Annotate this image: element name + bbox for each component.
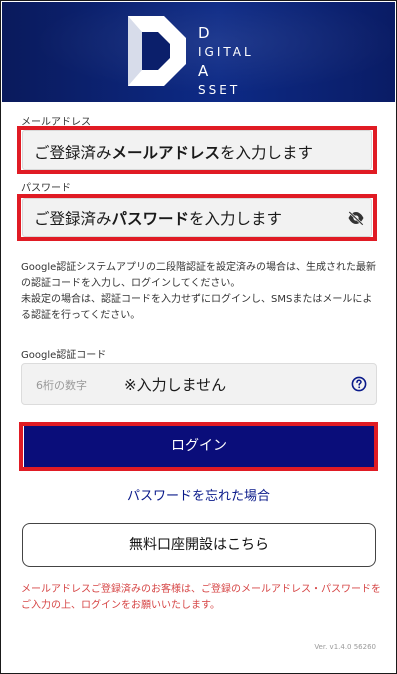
forgot-password-link[interactable]: パスワードを忘れた場合: [1, 485, 396, 504]
login-screen: D IGITAL A SSET M ARKETS メールアドレス ご登録済みメールアド…: [0, 0, 397, 674]
logo-icon: [128, 16, 186, 86]
login-button[interactable]: ログイン: [24, 426, 374, 467]
version-label: Ver. v1.4.0 56260: [314, 643, 376, 651]
password-field[interactable]: ご登録済みパスワードを入力します: [22, 198, 372, 237]
login-notice: メールアドレスご登録済みのお客様は、ご登録のメールアドレス・パスワードをご入力の…: [21, 584, 381, 611]
password-label: パスワード: [21, 183, 71, 194]
google-code-annotation: ※入力しません: [124, 376, 227, 394]
app-header: D IGITAL A SSET M ARKETS: [2, 2, 395, 135]
question-circle-icon[interactable]: [351, 376, 367, 392]
google-code-placeholder: 6桁の数字: [36, 379, 87, 392]
open-account-button[interactable]: 無料口座開設はこちら: [22, 523, 376, 567]
two-factor-info: Google認証システムアプリの二段階認証を設定済みの場合は、生成された最新の認…: [21, 260, 381, 324]
info-line-1: Google認証システムアプリの二段階認証を設定済みの場合は、生成された最新の認…: [21, 262, 376, 289]
eye-off-icon[interactable]: [347, 210, 365, 226]
info-line-2: 未設定の場合は、認証コードを入力せずにログインし、SMSまたはメールによる認証を…: [21, 294, 373, 321]
google-code-label: Google認証コード: [21, 350, 107, 361]
email-field-text: ご登録済みメールアドレスを入力します: [34, 144, 314, 162]
email-field[interactable]: ご登録済みメールアドレスを入力します: [22, 130, 372, 170]
password-field-text: ご登録済みパスワードを入力します: [34, 210, 283, 228]
google-code-input[interactable]: 6桁の数字 ※入力しません: [21, 363, 377, 405]
brand-name: D IGITAL A SSET M ARKETS: [198, 24, 263, 135]
